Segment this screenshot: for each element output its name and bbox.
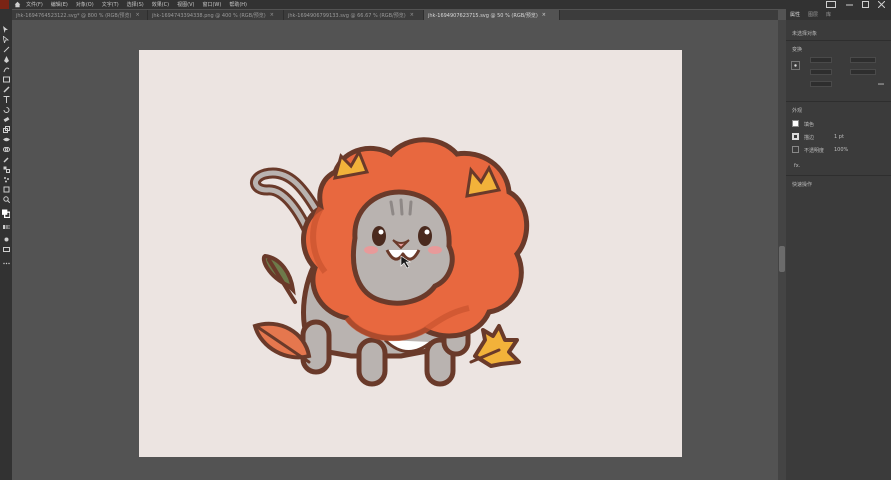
eraser-tool-icon[interactable] [2, 115, 10, 123]
shape-builder-icon[interactable] [2, 145, 10, 153]
tab-layers[interactable]: 图层 [804, 11, 822, 18]
app-logo [0, 0, 9, 9]
fill-label: 填色 [804, 122, 815, 128]
close-tab-icon[interactable]: × [410, 12, 414, 18]
stroke-weight-value[interactable]: 1 pt [834, 134, 844, 140]
appearance-title: 外观 [792, 108, 803, 114]
rotate-field[interactable] [810, 81, 832, 87]
stroke-swatch[interactable] [792, 133, 799, 140]
opacity-value[interactable]: 100% [834, 147, 848, 153]
direct-selection-icon[interactable] [2, 35, 10, 43]
selection-status: 未选择对象 [792, 31, 818, 37]
tab-document-4[interactable]: jhk-1694907623715.svg @ 50 % (RGB/预览) × [424, 10, 560, 20]
draw-mode-icon[interactable] [2, 235, 10, 243]
menu-file[interactable]: 文件(F) [26, 1, 43, 8]
document-tabs: jhk-1694764523122.svg* @ 800 % (RGB/预览) ×… [12, 10, 778, 20]
x-field[interactable] [810, 57, 832, 63]
blend-tool-icon[interactable] [2, 165, 10, 173]
reference-point-icon[interactable] [791, 61, 800, 70]
close-tab-icon[interactable]: × [270, 12, 274, 18]
artboard-tool-icon[interactable] [2, 185, 10, 193]
color-mode-icon[interactable] [2, 223, 10, 231]
menu-window[interactable]: 窗口(W) [202, 1, 221, 8]
y-field[interactable] [810, 69, 832, 75]
divider [786, 101, 891, 102]
tab-libraries[interactable]: 库 [822, 11, 835, 18]
vertical-scrollbar[interactable] [778, 20, 786, 480]
fill-swatch[interactable] [792, 120, 799, 127]
scrollbar-thumb[interactable] [779, 246, 785, 272]
panel-tabs: 属性 图层 库 [786, 9, 891, 20]
close-icon[interactable] [878, 0, 885, 9]
menu-effect[interactable]: 效果(C) [152, 1, 169, 8]
opacity-icon [792, 146, 799, 153]
rotate-tool-icon[interactable] [2, 105, 10, 113]
type-tool-icon[interactable] [2, 95, 10, 103]
menu-select[interactable]: 选择(S) [127, 1, 144, 8]
rectangle-tool-icon[interactable] [2, 75, 10, 83]
menu-help[interactable]: 帮助(H) [229, 1, 247, 8]
maximize-icon[interactable] [862, 0, 869, 9]
tab-document-3[interactable]: jhk-1694906799133.svg @ 66.67 % (RGB/预览)… [284, 10, 424, 20]
menu-type[interactable]: 文字(T) [102, 1, 119, 8]
opacity-label: 不透明度 [804, 148, 825, 154]
zoom-tool-icon[interactable] [2, 195, 10, 203]
transform-more-icon[interactable] [877, 80, 885, 88]
tab-properties[interactable]: 属性 [786, 11, 804, 18]
minimize-icon[interactable] [846, 0, 853, 9]
lion-cat-illustration[interactable] [139, 50, 682, 457]
tab-document-2[interactable]: jhk-1694743394338.png @ 400 % (RGB/预览) × [148, 10, 284, 20]
divider [786, 175, 891, 176]
eyedropper-tool-icon[interactable] [2, 155, 10, 163]
paintbrush-tool-icon[interactable] [2, 85, 10, 93]
menu-edit[interactable]: 编辑(E) [51, 1, 68, 8]
tools-panel [0, 9, 12, 480]
artboard[interactable] [139, 50, 682, 457]
screen-mode-icon[interactable] [2, 245, 10, 253]
divider [786, 40, 891, 41]
selection-tool-icon[interactable] [2, 25, 10, 33]
transform-title: 变换 [792, 47, 803, 53]
magic-wand-icon[interactable] [2, 45, 10, 53]
workspace-switcher-icon[interactable] [826, 0, 836, 9]
fill-stroke-swatch[interactable] [2, 209, 10, 218]
menu-object[interactable]: 对象(O) [76, 1, 94, 8]
stroke-label: 描边 [804, 135, 815, 141]
close-tab-icon[interactable]: × [542, 12, 546, 18]
menu-bar: 文件(F) 编辑(E) 对象(O) 文字(T) 选择(S) 效果(C) 视图(V… [0, 0, 891, 9]
symbol-sprayer-icon[interactable] [2, 175, 10, 183]
quick-actions-title: 快速操作 [792, 182, 813, 188]
curvature-tool-icon[interactable] [2, 65, 10, 73]
pen-tool-icon[interactable] [2, 55, 10, 63]
width-tool-icon[interactable] [2, 135, 10, 143]
more-tools-icon[interactable] [2, 259, 10, 267]
home-icon[interactable] [13, 0, 22, 9]
menu-view[interactable]: 视图(V) [177, 1, 194, 8]
width-field[interactable] [850, 57, 876, 63]
close-tab-icon[interactable]: × [135, 12, 139, 18]
tab-document-1[interactable]: jhk-1694764523122.svg* @ 800 % (RGB/预览) × [12, 10, 148, 20]
scale-tool-icon[interactable] [2, 125, 10, 133]
fx-button[interactable]: fx. [794, 163, 800, 169]
properties-panel: 属性 图层 库 未选择对象 变换 外观 填色 描边 1 pt 不透明度 100%… [786, 9, 891, 480]
height-field[interactable] [850, 69, 876, 75]
